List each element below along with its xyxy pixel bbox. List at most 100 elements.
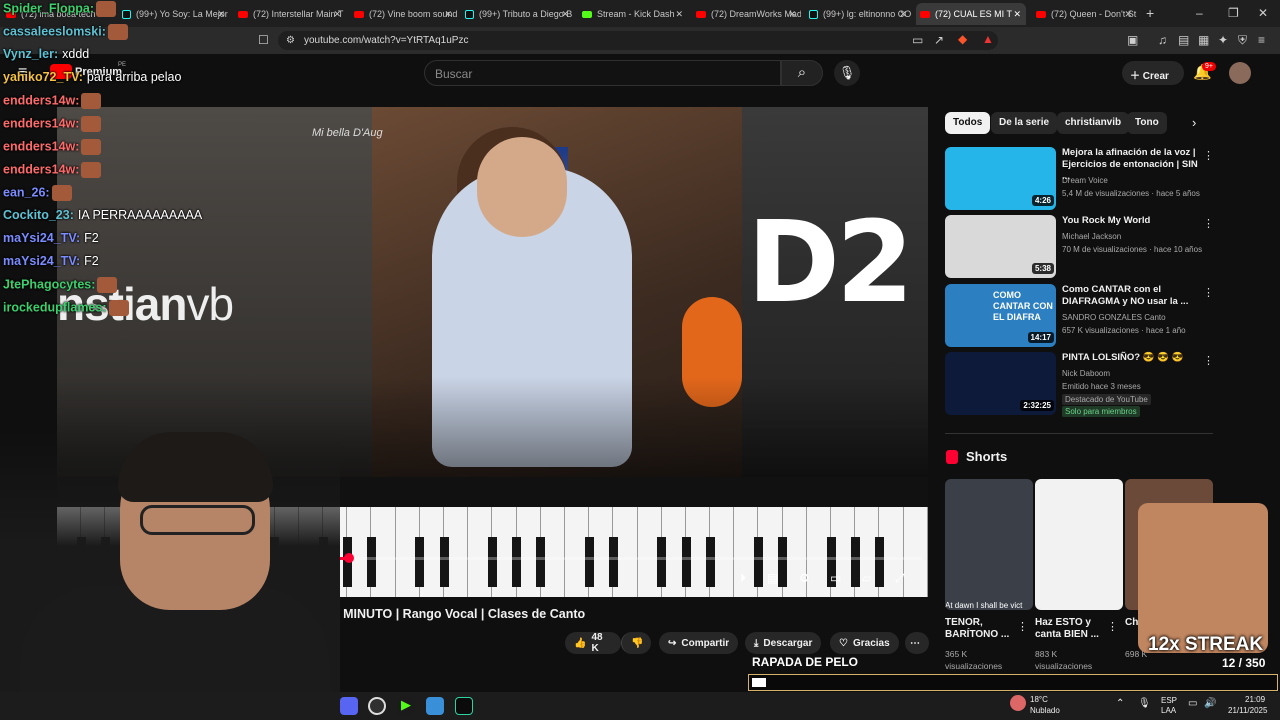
more-options-icon[interactable]: ⋮ bbox=[1203, 354, 1214, 367]
tab-6[interactable]: Stream - Kick Dash ✕ bbox=[578, 3, 688, 25]
volume-tray-icon[interactable]: 🔊 bbox=[1204, 698, 1216, 709]
minimize-icon[interactable]: – bbox=[1196, 6, 1203, 20]
mic-tray-icon[interactable]: 🎙 bbox=[1138, 698, 1151, 709]
chat-username[interactable]: maYsi24_TV: bbox=[3, 231, 80, 245]
channel-name[interactable]: Michael Jackson bbox=[1062, 232, 1121, 241]
tab-close-icon[interactable]: ✕ bbox=[1124, 9, 1132, 20]
more-actions-button[interactable]: ⋯ bbox=[905, 632, 929, 654]
autoplay-icon[interactable]: ⏵ bbox=[740, 571, 746, 586]
chevron-right-icon[interactable]: › bbox=[1192, 115, 1196, 130]
media-icon[interactable]: ♫ bbox=[1158, 33, 1167, 47]
download-button[interactable]: ⤓ Descargar bbox=[745, 632, 822, 654]
recommendation-title[interactable]: PINTA LOLSIÑO? 😎 😎 😎 bbox=[1062, 352, 1202, 364]
recommendation-item[interactable]: 4:26 Mejora la afinación de la voz | Ejer… bbox=[945, 147, 1215, 211]
tab-close-icon[interactable]: ✕ bbox=[333, 9, 341, 20]
weather-icon[interactable] bbox=[1010, 695, 1026, 711]
share-page-icon[interactable]: ↗ bbox=[934, 33, 944, 47]
search-button[interactable]: ⌕ bbox=[781, 60, 823, 86]
chat-username[interactable]: Cockito_23: bbox=[3, 208, 74, 222]
network-icon[interactable]: ▭ bbox=[1188, 698, 1197, 709]
chat-username[interactable]: endders14w: bbox=[3, 139, 79, 153]
channel-name[interactable]: Nick Daboom bbox=[1062, 369, 1110, 378]
language-code[interactable]: ESP bbox=[1161, 696, 1177, 705]
recommendation-item[interactable]: 5:38 You Rock My World Michael Jackson 70 M… bbox=[945, 215, 1215, 279]
chat-username[interactable]: maYsi24_TV: bbox=[3, 254, 80, 268]
recommendation-thumbnail[interactable]: 4:26 bbox=[945, 147, 1056, 210]
explorer-icon[interactable] bbox=[426, 697, 444, 715]
chat-username[interactable]: irockedupflames: bbox=[3, 300, 107, 314]
bookmark-icon[interactable]: ☐ bbox=[258, 33, 269, 47]
create-button[interactable]: ＋ Crear bbox=[1122, 61, 1184, 85]
recommendation-title[interactable]: Como CANTAR con el DIAFRAGMA y NO usar l… bbox=[1062, 284, 1202, 308]
wallet-icon[interactable]: ▦ bbox=[1198, 33, 1209, 47]
kick-icon[interactable]: ▶ bbox=[397, 697, 415, 715]
recommendation-thumbnail[interactable]: COMO CANTAR CON EL DIAFRA 14:17 bbox=[945, 284, 1056, 347]
chip-de-la-serie[interactable]: De la serie bbox=[991, 112, 1058, 134]
dislike-button[interactable]: 👎 bbox=[621, 632, 651, 654]
chip-tono[interactable]: Tono bbox=[1127, 112, 1167, 134]
settings-icon[interactable]: ⚙ bbox=[799, 571, 810, 585]
recommendation-item[interactable]: COMO CANTAR CON EL DIAFRA 14:17 Como CANTA… bbox=[945, 284, 1215, 348]
url-field[interactable]: ⚙ youtube.com/watch?v=YtRTAq1uPzc bbox=[278, 31, 998, 50]
tab-3[interactable]: (72) Interstellar Main T ✕ bbox=[234, 3, 346, 25]
chat-username[interactable]: JtePhagocytes: bbox=[3, 277, 95, 291]
tab-close-icon[interactable]: ✕ bbox=[1013, 9, 1021, 20]
menu-icon[interactable]: ≡ bbox=[1258, 33, 1265, 47]
more-options-icon[interactable]: ⋮ bbox=[1203, 217, 1214, 230]
chip-todos[interactable]: Todos bbox=[945, 112, 991, 134]
mic-button[interactable]: 🎙 bbox=[834, 60, 860, 86]
chat-username[interactable]: ean_26: bbox=[3, 185, 50, 199]
theater-icon[interactable]: ▱ bbox=[862, 571, 871, 585]
channel-name[interactable]: Dream Voice bbox=[1062, 176, 1108, 185]
reader-icon[interactable]: ▤ bbox=[1178, 33, 1189, 47]
more-options-icon[interactable]: ⋮ bbox=[1203, 149, 1214, 162]
sidebar-toggle-icon[interactable]: ▣ bbox=[1127, 33, 1138, 47]
vpn-icon[interactable]: ⛨ bbox=[1238, 33, 1247, 47]
chat-username[interactable]: cassaleeslomski: bbox=[3, 24, 106, 38]
chat-username[interactable]: endders14w: bbox=[3, 93, 79, 107]
brave-shield-icon[interactable]: ◆ bbox=[958, 32, 967, 46]
recommendation-thumbnail[interactable]: 2:32:25 bbox=[945, 352, 1056, 415]
recommendation-title[interactable]: You Rock My World bbox=[1062, 215, 1202, 227]
miniplayer-icon[interactable]: ▭ bbox=[830, 571, 841, 585]
close-window-icon[interactable]: ✕ bbox=[1258, 6, 1268, 20]
tab-close-icon[interactable]: ✕ bbox=[561, 9, 569, 20]
progress-scrubber[interactable] bbox=[344, 553, 354, 563]
recommendation-item[interactable]: 2:32:25 PINTA LOLSIÑO? 😎 😎 😎 Nick Daboom Em… bbox=[945, 352, 1215, 417]
tab-close-icon[interactable]: ✕ bbox=[675, 9, 683, 20]
fullscreen-icon[interactable]: ⤢ bbox=[895, 571, 905, 586]
site-info-icon[interactable]: ⚙ bbox=[286, 34, 295, 48]
chat-username[interactable]: Spider_Floppa: bbox=[3, 1, 94, 15]
obs-icon[interactable] bbox=[368, 697, 386, 715]
tab-close-icon[interactable]: ✕ bbox=[444, 9, 452, 20]
subtitles-icon[interactable]: ▤ bbox=[767, 571, 778, 585]
tab-9[interactable]: (72) CUAL ES MI T ✕ bbox=[916, 3, 1026, 25]
chat-username[interactable]: endders14w: bbox=[3, 162, 79, 176]
tab-close-icon[interactable]: ✕ bbox=[217, 9, 225, 20]
short-title[interactable]: Haz ESTO y canta BIEN ... bbox=[1035, 617, 1115, 641]
tab-2[interactable]: (99+) Yo Soy: La Mejor ✕ bbox=[118, 3, 230, 25]
channel-name[interactable]: SANDRO GONZALES Canto bbox=[1062, 313, 1166, 322]
short-thumbnail[interactable]: At dawn I shall be vict bbox=[945, 479, 1033, 610]
tab-8[interactable]: (99+) lg: eltinonno CO ✕ bbox=[805, 3, 912, 25]
extensions-icon[interactable]: ✦ bbox=[1218, 33, 1228, 47]
rewards-icon[interactable]: ▲ bbox=[982, 32, 994, 46]
tab-5[interactable]: (99+) Tributo a Diego B ✕ bbox=[461, 3, 574, 25]
clock-time[interactable]: 21:09 bbox=[1245, 695, 1265, 704]
tab-10[interactable]: (72) Queen - Don't St ✕ bbox=[1032, 3, 1137, 25]
tab-7[interactable]: (72) DreamWorks Madi ✕ bbox=[692, 3, 801, 25]
chat-username[interactable]: yahiko72_TV: bbox=[3, 70, 83, 84]
recommendation-thumbnail[interactable]: 5:38 bbox=[945, 215, 1056, 278]
cast-icon[interactable]: ▭ bbox=[912, 33, 923, 47]
tab-4[interactable]: (72) Vine boom sound ✕ bbox=[350, 3, 457, 25]
avatar[interactable] bbox=[1229, 62, 1251, 84]
like-button[interactable]: 👍 48 K bbox=[565, 632, 621, 654]
discord-icon[interactable] bbox=[340, 697, 358, 715]
short-more-icon[interactable]: ⋮ bbox=[1107, 620, 1118, 633]
thanks-button[interactable]: ♡ Gracias bbox=[830, 632, 899, 654]
maximize-icon[interactable]: ❐ bbox=[1228, 6, 1239, 20]
short-more-icon[interactable]: ⋮ bbox=[1017, 620, 1028, 633]
share-button[interactable]: ↪ Compartir bbox=[659, 632, 739, 654]
search-input[interactable]: Buscar bbox=[424, 60, 781, 86]
tab-close-icon[interactable]: ✕ bbox=[899, 9, 907, 20]
